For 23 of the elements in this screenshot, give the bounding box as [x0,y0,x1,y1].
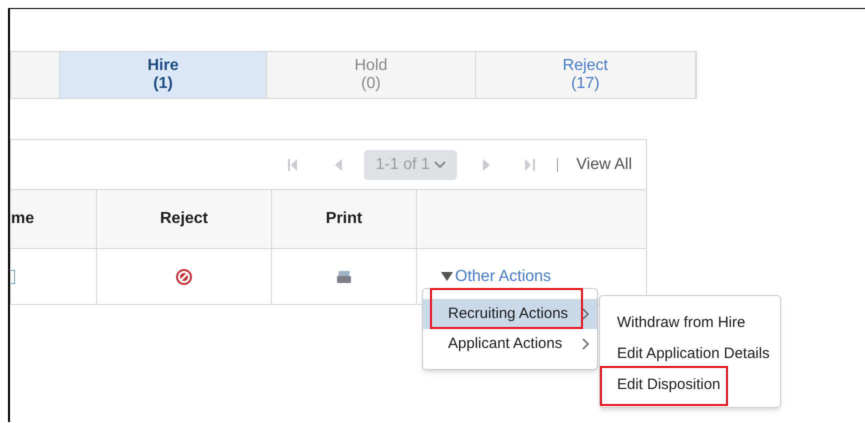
next-page-icon[interactable] [483,158,492,172]
menu-item[interactable]: Recruiting Actions [423,299,597,329]
status-tab[interactable]: Reject (17) [476,52,696,98]
other-actions-link[interactable]: Other Actions [441,264,552,288]
view-all-link[interactable]: View All [576,152,632,176]
chevron-down-icon [434,160,446,168]
menu-item[interactable]: Withdraw from Hire [600,308,780,339]
column-header: Reject [160,209,208,229]
caret-icon [441,272,453,281]
chevron-right-icon [582,338,589,350]
menu-item[interactable]: Edit Disposition [600,370,780,401]
status-tab[interactable]: Hire (1) [60,52,268,98]
reject-icon[interactable] [175,268,193,286]
previous-page-icon[interactable] [334,158,342,172]
chevron-right-icon [582,308,589,320]
menu-item[interactable]: Applicant Actions [423,329,597,359]
document-icon[interactable] [11,270,15,284]
printer-icon[interactable] [336,270,352,284]
first-page-icon[interactable] [288,158,298,172]
column-header: me [11,209,34,229]
column-header: Print [326,209,362,229]
last-page-icon[interactable] [525,158,536,172]
menu-item[interactable]: Edit Application Details [600,339,780,370]
